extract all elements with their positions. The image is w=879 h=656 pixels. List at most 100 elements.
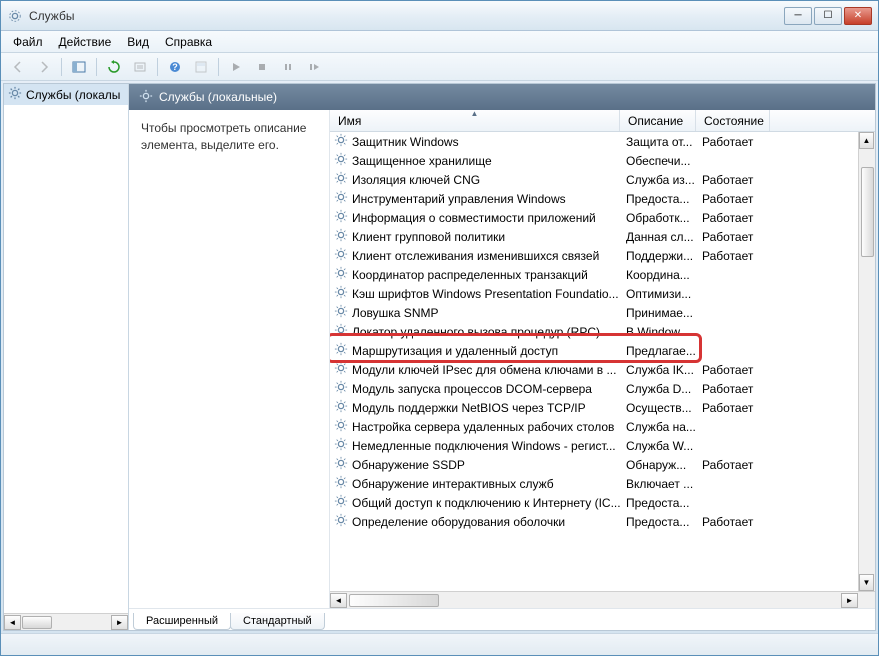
scroll-up-icon[interactable]: ▲ [859,132,874,149]
service-row[interactable]: Локатор удаленного вызова процедур (RPC)… [330,322,875,341]
menu-help[interactable]: Справка [157,33,220,51]
tree-hscroll[interactable]: ◄ ► [4,613,128,630]
service-row[interactable]: Инструментарий управления WindowsПредост… [330,189,875,208]
service-row[interactable]: Изоляция ключей CNGСлужба из...Работает [330,170,875,189]
menu-view[interactable]: Вид [119,33,157,51]
service-desc-cell: Служба IK... [620,363,696,377]
gear-icon [334,266,348,283]
horizontal-scrollbar[interactable]: ◄ ► [330,591,875,608]
service-state-cell: Работает [696,135,770,149]
service-row[interactable]: Модули ключей IPsec для обмена ключами в… [330,360,875,379]
forward-button[interactable] [33,56,55,78]
description-panel: Чтобы просмотреть описание элемента, выд… [129,110,329,608]
service-name: Обнаружение SSDP [352,458,465,472]
detail-body: Чтобы просмотреть описание элемента, выд… [129,110,875,608]
column-description[interactable]: Описание [620,110,696,131]
start-button[interactable] [225,56,247,78]
service-name-cell: Немедленные подключения Windows - регист… [330,437,620,454]
separator [61,58,62,76]
list-header: ▲ Имя Описание Состояние [330,110,875,132]
app-icon [7,8,23,24]
gear-icon [334,361,348,378]
service-name: Защищенное хранилище [352,154,492,168]
menu-action[interactable]: Действие [51,33,120,51]
service-name-cell: Обнаружение интерактивных служб [330,475,620,492]
scroll-left-icon[interactable]: ◄ [330,593,347,608]
scroll-right-icon[interactable]: ► [111,615,128,630]
close-button[interactable]: ✕ [844,7,872,25]
export-button[interactable] [129,56,151,78]
service-row[interactable]: Определение оборудования оболочкиПредост… [330,512,875,531]
tree-root[interactable]: Службы (локалы [4,84,128,105]
service-desc-cell: В Windows... [620,325,696,339]
service-desc-cell: Предоста... [620,515,696,529]
service-name-cell: Модуль запуска процессов DCOM-сервера [330,380,620,397]
service-row[interactable]: Защищенное хранилищеОбеспечи... [330,151,875,170]
service-name: Координатор распределенных транзакций [352,268,588,282]
view-tabs: Расширенный Стандартный [129,608,875,630]
menu-file[interactable]: Файл [5,33,51,51]
service-row[interactable]: Модуль запуска процессов DCOM-сервераСлу… [330,379,875,398]
refresh-button[interactable] [103,56,125,78]
tab-standard[interactable]: Стандартный [230,613,325,630]
service-name: Обнаружение интерактивных служб [352,477,554,491]
service-desc-cell: Координа... [620,268,696,282]
window-title: Службы [29,9,784,23]
scroll-down-icon[interactable]: ▼ [859,574,874,591]
service-row[interactable]: Немедленные подключения Windows - регист… [330,436,875,455]
client-area: Службы (локалы ◄ ► Службы (локальные) Чт… [3,83,876,631]
service-row[interactable]: Защитник WindowsЗащита от...Работает [330,132,875,151]
service-desc-cell: Служба из... [620,173,696,187]
services-window: Службы ─ ☐ ✕ Файл Действие Вид Справка ? [0,0,879,656]
scroll-thumb[interactable] [22,616,52,629]
service-row[interactable]: Клиент групповой политикиДанная сл...Раб… [330,227,875,246]
service-row[interactable]: Координатор распределенных транзакций Коо… [330,265,875,284]
scroll-left-icon[interactable]: ◄ [4,615,21,630]
service-state-cell: Работает [696,382,770,396]
service-name: Информация о совместимости приложений [352,211,596,225]
service-name-cell: Локатор удаленного вызова процедур (RPC) [330,323,620,340]
service-row[interactable]: Настройка сервера удаленных рабочих стол… [330,417,875,436]
service-row[interactable]: Обнаружение интерактивных службВключает … [330,474,875,493]
gear-icon [334,342,348,359]
column-name[interactable]: ▲ Имя [330,110,620,131]
separator [157,58,158,76]
vertical-scrollbar[interactable]: ▲ ▼ [858,132,875,591]
service-row[interactable]: Ловушка SNMPПринимае... [330,303,875,322]
minimize-button[interactable]: ─ [784,7,812,25]
detail-pane: Службы (локальные) Чтобы просмотреть опи… [129,84,875,630]
stop-button[interactable] [251,56,273,78]
service-row[interactable]: Модуль поддержки NetBIOS через TCP/IPОсу… [330,398,875,417]
scroll-right-icon[interactable]: ► [841,593,858,608]
toolbar: ? [1,53,878,81]
service-name-cell: Маршрутизация и удаленный доступ [330,342,620,359]
service-name-cell: Обнаружение SSDP [330,456,620,473]
service-row[interactable]: Маршрутизация и удаленный доступПредлага… [330,341,875,360]
titlebar: Службы ─ ☐ ✕ [1,1,878,31]
service-row[interactable]: Клиент отслеживания изменившихся связейП… [330,246,875,265]
service-row[interactable]: Кэш шрифтов Windows Presentation Foundat… [330,284,875,303]
properties-button[interactable] [190,56,212,78]
gear-icon [334,171,348,188]
service-state-cell: Работает [696,515,770,529]
restart-button[interactable] [303,56,325,78]
column-state[interactable]: Состояние [696,110,770,131]
separator [218,58,219,76]
tab-extended[interactable]: Расширенный [133,613,231,630]
help-button[interactable]: ? [164,56,186,78]
pause-button[interactable] [277,56,299,78]
scroll-thumb[interactable] [861,167,874,257]
service-row[interactable]: Общий доступ к подключению к Интернету (… [330,493,875,512]
service-state-cell: Работает [696,401,770,415]
service-name-cell: Координатор распределенных транзакций [330,266,620,283]
service-row[interactable]: Информация о совместимости приложенийОбр… [330,208,875,227]
service-name: Локатор удаленного вызова процедур (RPC) [352,325,600,339]
back-button[interactable] [7,56,29,78]
service-name: Модуль запуска процессов DCOM-сервера [352,382,592,396]
show-hide-tree-button[interactable] [68,56,90,78]
list-body: Защитник WindowsЗащита от...РаботаетЗащи… [330,132,875,591]
service-row[interactable]: Обнаружение SSDPОбнаруж...Работает [330,455,875,474]
gear-icon [334,380,348,397]
maximize-button[interactable]: ☐ [814,7,842,25]
scroll-thumb[interactable] [349,594,439,607]
